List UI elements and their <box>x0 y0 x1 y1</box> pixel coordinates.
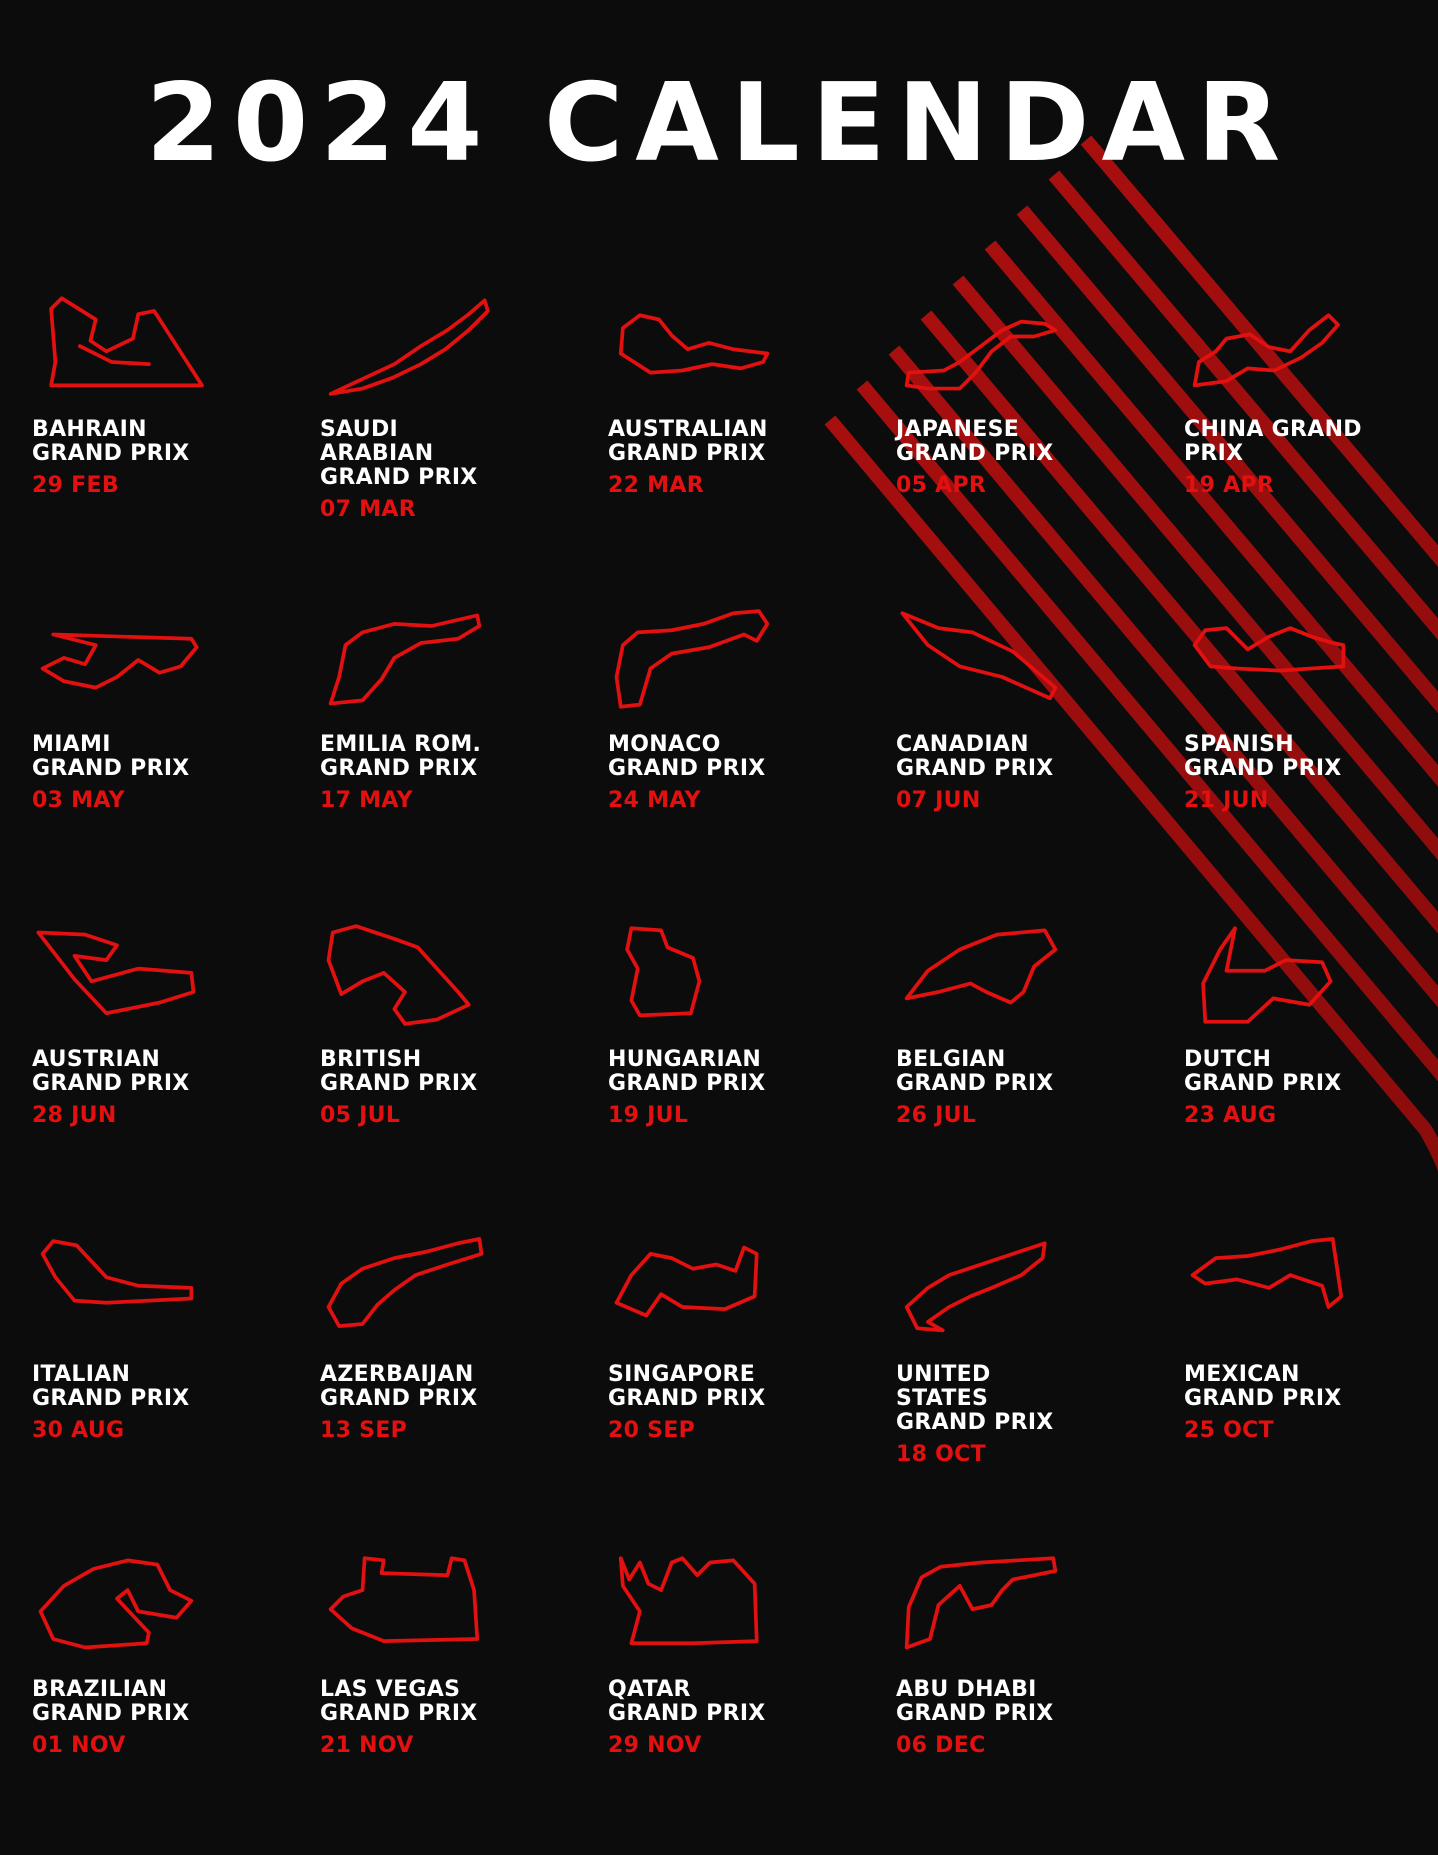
race-name: ABU DHABI GRAND PRIX <box>896 1677 1054 1726</box>
race-date: 30 AUG <box>32 1418 125 1443</box>
race-name: ITALIAN GRAND PRIX <box>32 1362 190 1411</box>
race-date: 29 NOV <box>608 1733 702 1758</box>
montreal-circuit-icon <box>900 611 1058 701</box>
race-name: SPANISH GRAND PRIX <box>1184 732 1342 781</box>
race-date: 05 APR <box>896 473 987 498</box>
race-date: 22 MAR <box>608 473 704 498</box>
race-name: CHINA GRAND PRIX <box>1184 417 1362 466</box>
mexico-city-circuit-icon <box>1190 1237 1344 1309</box>
baku-circuit-icon <box>326 1237 484 1328</box>
race-date: 13 SEP <box>320 1418 408 1443</box>
monza-circuit-icon <box>40 1239 194 1305</box>
race-card: SPANISH GRAND PRIX 21 JUN <box>1184 600 1424 910</box>
race-name: MONACO GRAND PRIX <box>608 732 766 781</box>
race-date: 07 JUN <box>896 788 981 813</box>
bahrain-circuit-icon <box>49 296 204 388</box>
race-name: SAUDI ARABIAN GRAND PRIX <box>320 417 478 490</box>
race-name: AZERBAIJAN GRAND PRIX <box>320 1362 478 1411</box>
race-date: 07 MAR <box>320 497 416 522</box>
race-name: BAHRAIN GRAND PRIX <box>32 417 190 466</box>
race-card: BAHRAIN GRAND PRIX 29 FEB <box>32 285 272 595</box>
race-date: 23 AUG <box>1184 1103 1277 1128</box>
race-name: BRAZILIAN GRAND PRIX <box>32 1677 190 1726</box>
race-card: MEXICAN GRAND PRIX 25 OCT <box>1184 1230 1424 1540</box>
race-name: BRITISH GRAND PRIX <box>320 1047 478 1096</box>
race-date: 21 NOV <box>320 1733 414 1758</box>
interlagos-circuit-icon <box>38 1558 194 1650</box>
race-name: BELGIAN GRAND PRIX <box>896 1047 1054 1096</box>
race-card: UNITED STATES GRAND PRIX 18 OCT <box>896 1230 1136 1540</box>
race-date: 17 MAY <box>320 788 413 813</box>
lusail-circuit-icon <box>618 1556 759 1646</box>
race-card: CANADIAN GRAND PRIX 07 JUN <box>896 600 1136 910</box>
race-name: HUNGARIAN GRAND PRIX <box>608 1047 766 1096</box>
zandvoort-circuit-icon <box>1201 926 1333 1024</box>
race-card: ITALIAN GRAND PRIX 30 AUG <box>32 1230 272 1540</box>
silverstone-circuit-icon <box>326 924 471 1026</box>
race-date: 25 OCT <box>1184 1418 1274 1443</box>
red-bull-ring-circuit-icon <box>36 930 196 1016</box>
race-date: 18 OCT <box>896 1442 986 1467</box>
race-card: AUSTRALIAN GRAND PRIX 22 MAR <box>608 285 848 595</box>
race-card: MIAMI GRAND PRIX 03 MAY <box>32 600 272 910</box>
race-card: HUNGARIAN GRAND PRIX 19 JUL <box>608 915 848 1225</box>
race-name: SINGAPORE GRAND PRIX <box>608 1362 766 1411</box>
race-date: 06 DEC <box>896 1733 986 1758</box>
race-card: DUTCH GRAND PRIX 23 AUG <box>1184 915 1424 1225</box>
race-date: 21 JUN <box>1184 788 1269 813</box>
race-name: MIAMI GRAND PRIX <box>32 732 190 781</box>
race-name: EMILIA ROM. GRAND PRIX <box>320 732 482 781</box>
race-date: 19 APR <box>1184 473 1275 498</box>
race-date: 24 MAY <box>608 788 701 813</box>
marina-bay-circuit-icon <box>614 1245 759 1318</box>
race-card: AUSTRIAN GRAND PRIX 28 JUN <box>32 915 272 1225</box>
race-date: 29 FEB <box>32 473 119 498</box>
race-name: CANADIAN GRAND PRIX <box>896 732 1054 781</box>
race-card: SAUDI ARABIAN GRAND PRIX 07 MAR <box>320 285 560 595</box>
yas-marina-circuit-icon <box>904 1556 1058 1650</box>
race-card: AZERBAIJAN GRAND PRIX 13 SEP <box>320 1230 560 1540</box>
race-card: MONACO GRAND PRIX 24 MAY <box>608 600 848 910</box>
race-card: BELGIAN GRAND PRIX 26 JUL <box>896 915 1136 1225</box>
race-date: 03 MAY <box>32 788 125 813</box>
race-date: 05 JUL <box>320 1103 401 1128</box>
shanghai-circuit-icon <box>1192 313 1340 388</box>
barcelona-circuit-icon <box>1192 626 1346 673</box>
race-name: UNITED STATES GRAND PRIX <box>896 1362 1054 1435</box>
race-date: 01 NOV <box>32 1733 126 1758</box>
jeddah-circuit-icon <box>328 298 490 396</box>
spa-circuit-icon <box>904 928 1058 1005</box>
hungaroring-circuit-icon <box>625 926 702 1018</box>
race-name: DUTCH GRAND PRIX <box>1184 1047 1342 1096</box>
race-name: MEXICAN GRAND PRIX <box>1184 1362 1342 1411</box>
albert-park-circuit-icon <box>618 313 770 375</box>
monaco-circuit-icon <box>614 609 770 709</box>
race-card: BRAZILIAN GRAND PRIX 01 NOV <box>32 1545 272 1855</box>
race-name: LAS VEGAS GRAND PRIX <box>320 1677 478 1726</box>
las-vegas-circuit-icon <box>328 1556 480 1643</box>
cota-circuit-icon <box>904 1241 1047 1333</box>
race-name: QATAR GRAND PRIX <box>608 1677 766 1726</box>
race-date: 28 JUN <box>32 1103 117 1128</box>
miami-circuit-icon <box>40 632 199 690</box>
race-date: 26 JUL <box>896 1103 977 1128</box>
imola-circuit-icon <box>328 613 482 706</box>
race-name: JAPANESE GRAND PRIX <box>896 417 1054 466</box>
suzuka-circuit-icon <box>904 319 1058 391</box>
race-card: LAS VEGAS GRAND PRIX 21 NOV <box>320 1545 560 1855</box>
race-card: JAPANESE GRAND PRIX 05 APR <box>896 285 1136 595</box>
race-date: 19 JUL <box>608 1103 689 1128</box>
race-card: QATAR GRAND PRIX 29 NOV <box>608 1545 848 1855</box>
race-card: EMILIA ROM. GRAND PRIX 17 MAY <box>320 600 560 910</box>
race-name: AUSTRIAN GRAND PRIX <box>32 1047 190 1096</box>
race-card: ABU DHABI GRAND PRIX 06 DEC <box>896 1545 1136 1855</box>
race-card: CHINA GRAND PRIX 19 APR <box>1184 285 1424 595</box>
race-card: BRITISH GRAND PRIX 05 JUL <box>320 915 560 1225</box>
race-date: 20 SEP <box>608 1418 696 1443</box>
race-name: AUSTRALIAN GRAND PRIX <box>608 417 768 466</box>
race-card: SINGAPORE GRAND PRIX 20 SEP <box>608 1230 848 1540</box>
page-title: 2024 CALENDAR <box>145 61 1293 186</box>
